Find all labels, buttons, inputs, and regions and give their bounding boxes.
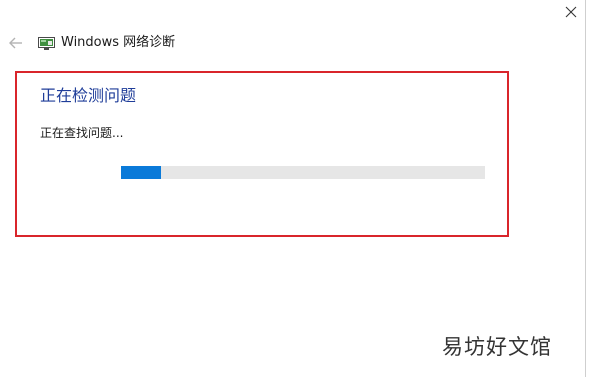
close-button[interactable] [556,0,585,24]
network-diagnostics-icon [38,36,55,50]
back-button[interactable] [6,34,26,52]
page-heading: 正在检测问题 [40,86,137,105]
close-icon [565,3,577,22]
progress-bar-fill [121,166,161,179]
back-arrow-icon [9,34,23,53]
network-diagnostics-window: Windows 网络诊断 正在检测问题 正在查找问题... 易坊好文馆 [0,0,591,377]
watermark-text: 易坊好文馆 [442,335,552,359]
window-title: Windows 网络诊断 [61,35,176,50]
status-text: 正在查找问题... [40,126,124,140]
window-border [585,0,586,377]
progress-bar [121,166,485,179]
